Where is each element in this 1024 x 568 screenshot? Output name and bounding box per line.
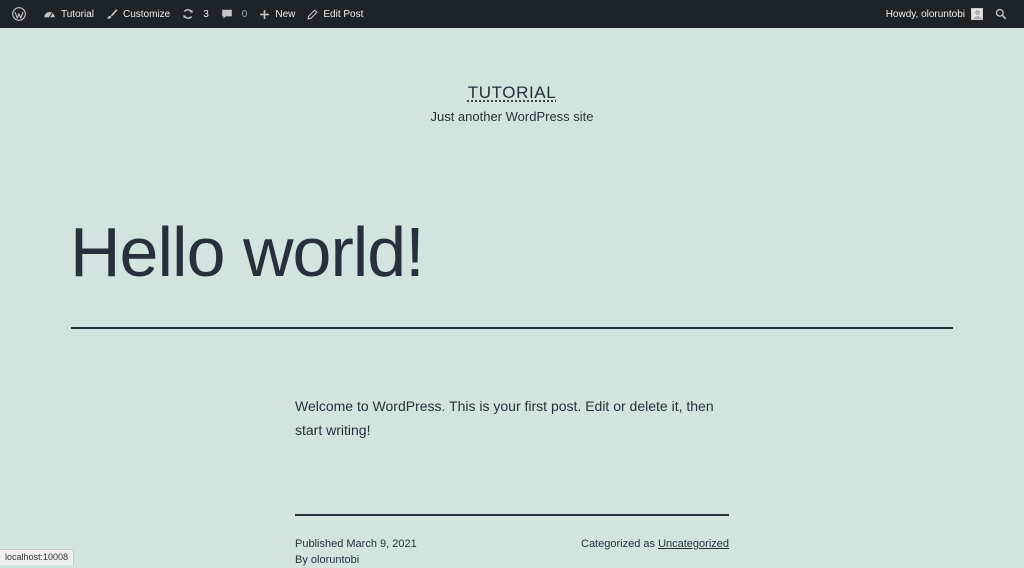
site-name-label: Tutorial [61, 8, 94, 20]
site-tagline: Just another WordPress site [430, 109, 594, 124]
customize-label: Customize [122, 8, 171, 20]
updates-count: 3 [203, 8, 209, 20]
post-meta-right: Categorized as Uncategorized [581, 536, 729, 552]
wordpress-logo-icon [12, 7, 26, 21]
comments-button[interactable]: 0 [215, 0, 254, 28]
pencil-icon [307, 8, 319, 20]
dashboard-icon [44, 12, 55, 18]
post-author: By oloruntobi [295, 554, 360, 566]
site-title-link[interactable]: TUTORIAL [468, 83, 557, 102]
categorized-prefix: Categorized as [581, 538, 655, 550]
updates-button[interactable]: 3 [176, 0, 215, 28]
published-date: Published March 9, 2021 [295, 538, 417, 550]
post-content: Welcome to WordPress. This is your first… [295, 398, 714, 438]
search-button[interactable] [989, 0, 1018, 28]
site-name-menu[interactable]: Tutorial [37, 0, 100, 28]
comment-icon [221, 9, 232, 19]
customize-button[interactable]: Customize [100, 0, 176, 28]
category-link[interactable]: Uncategorized [658, 538, 729, 550]
site-title: TUTORIAL [0, 83, 1024, 103]
browser-status-bar: localhost:10008 [0, 549, 75, 565]
new-content-button[interactable]: New [253, 0, 301, 28]
comments-count: 0 [241, 8, 248, 20]
search-icon [995, 8, 1007, 20]
admin-bar: Tutorial Customize 3 0 New Edit Post How… [0, 0, 1024, 28]
updates-icon [183, 9, 194, 19]
edit-post-label: Edit Post [323, 8, 364, 20]
new-label: New [275, 8, 296, 20]
title-separator [71, 327, 953, 329]
post-meta-left: Published March 9, 2021 By oloruntobi [295, 536, 417, 568]
admin-bar-left: Tutorial Customize 3 0 New Edit Post [6, 0, 369, 28]
account-menu[interactable]: Howdy, oloruntobi [880, 0, 989, 28]
edit-post-button[interactable]: Edit Post [301, 0, 369, 28]
paintbrush-icon [107, 9, 118, 19]
avatar [971, 8, 983, 20]
content-separator [295, 514, 729, 516]
admin-bar-right: Howdy, oloruntobi [880, 0, 1018, 28]
plus-icon [260, 9, 270, 19]
howdy-greeting: Howdy, oloruntobi [885, 8, 965, 20]
wordpress-logo-button[interactable] [6, 0, 37, 28]
post-title: Hello world! [70, 213, 425, 291]
